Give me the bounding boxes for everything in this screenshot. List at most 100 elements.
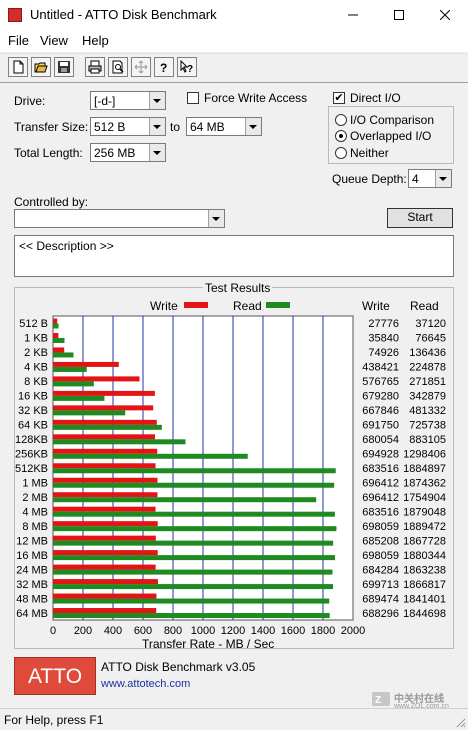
legend-read-label: Read <box>233 299 262 313</box>
read-bar <box>53 381 94 387</box>
write-value-label: 698059 <box>362 521 399 533</box>
write-value-label: 27776 <box>368 318 399 330</box>
write-value-label: 691750 <box>362 420 399 432</box>
read-bar <box>53 511 335 517</box>
category-label: 1 KB <box>24 333 48 345</box>
read-bar <box>53 613 330 619</box>
write-bar <box>53 593 157 599</box>
write-value-label: 667846 <box>362 405 399 417</box>
write-value-label: 679280 <box>362 391 399 403</box>
write-bar <box>53 564 156 570</box>
read-bar <box>53 584 334 590</box>
status-text: For Help, press F1 <box>4 713 104 727</box>
read-value-label: 1298406 <box>403 449 446 461</box>
write-value-label: 576765 <box>362 376 399 388</box>
category-label: 2 KB <box>24 347 48 359</box>
read-bar <box>53 526 337 532</box>
write-bar <box>53 506 156 512</box>
write-value-label: 699713 <box>362 579 399 591</box>
x-tick-label: 0 <box>50 625 56 637</box>
write-value-label: 680054 <box>362 434 399 446</box>
write-value-label: 684284 <box>362 564 399 576</box>
category-label: 16 MB <box>16 550 48 562</box>
atto-logo: ATTO <box>14 657 96 695</box>
read-value-label: 136436 <box>409 347 446 359</box>
write-bar <box>53 318 58 324</box>
write-bar <box>53 550 158 556</box>
write-bar <box>53 492 158 498</box>
read-value-label: 1754904 <box>403 492 446 504</box>
read-value-label: 1879048 <box>403 506 446 518</box>
read-bar <box>53 323 59 329</box>
read-bar <box>53 497 317 503</box>
write-bar <box>53 390 155 396</box>
read-value-label: 1884897 <box>403 463 446 475</box>
category-label: 48 MB <box>16 593 48 605</box>
write-bar <box>53 347 65 353</box>
col-read-header: Read <box>410 299 439 313</box>
website-link[interactable]: www.attotech.com <box>101 678 190 690</box>
write-value-label: 696412 <box>362 477 399 489</box>
write-bar <box>53 448 158 454</box>
category-label: 64 KB <box>18 420 48 432</box>
read-value-label: 1867728 <box>403 535 446 547</box>
write-bar <box>53 463 156 469</box>
write-value-label: 35840 <box>368 333 399 345</box>
read-value-label: 224878 <box>409 362 446 374</box>
x-tick-label: 1000 <box>191 625 215 637</box>
x-axis-label: Transfer Rate - MB / Sec <box>142 637 275 651</box>
write-value-label: 688296 <box>362 608 399 620</box>
legend-read-swatch <box>266 302 290 308</box>
read-bar <box>53 482 335 488</box>
write-value-label: 696412 <box>362 492 399 504</box>
x-tick-label: 2000 <box>341 625 365 637</box>
x-tick-label: 600 <box>134 625 152 637</box>
read-bar <box>53 468 336 474</box>
category-label: 16 KB <box>18 391 48 403</box>
write-bar <box>53 535 156 541</box>
write-bar <box>53 405 154 411</box>
write-value-label: 683516 <box>362 506 399 518</box>
read-value-label: 1844698 <box>403 608 446 620</box>
write-bar <box>53 361 119 367</box>
resize-grip-icon[interactable] <box>454 716 466 728</box>
col-write-header: Write <box>362 299 390 313</box>
read-bar <box>53 366 87 372</box>
read-value-label: 883105 <box>409 434 446 446</box>
read-value-label: 1841401 <box>403 593 446 605</box>
category-label: 64 MB <box>16 608 48 620</box>
atto-logo-text: ATTO <box>27 665 83 688</box>
write-value-label: 685208 <box>362 535 399 547</box>
category-label: 128KB <box>15 434 48 446</box>
category-label: 32 MB <box>16 579 48 591</box>
legend-write-swatch <box>184 302 208 308</box>
read-bar <box>53 395 105 401</box>
write-bar <box>53 579 158 585</box>
category-label: 512 B <box>19 318 48 330</box>
x-tick-label: 800 <box>164 625 182 637</box>
svg-text:Z: Z <box>375 695 381 706</box>
write-bar <box>53 332 59 338</box>
write-value-label: 438421 <box>362 362 399 374</box>
read-value-label: 1880344 <box>403 550 446 562</box>
read-bar <box>53 424 162 430</box>
write-value-label: 74926 <box>368 347 399 359</box>
category-label: 4 KB <box>24 362 48 374</box>
read-bar <box>53 540 334 546</box>
read-bar <box>53 569 333 575</box>
read-value-label: 76645 <box>415 333 446 345</box>
write-bar <box>53 376 140 382</box>
x-tick-label: 1600 <box>281 625 305 637</box>
read-value-label: 1889472 <box>403 521 446 533</box>
x-tick-label: 1200 <box>221 625 245 637</box>
category-label: 8 MB <box>22 521 48 533</box>
read-bar <box>53 337 65 343</box>
read-bar <box>53 439 186 445</box>
write-value-label: 694928 <box>362 449 399 461</box>
x-tick-label: 400 <box>104 625 122 637</box>
read-bar <box>53 555 336 561</box>
write-bar <box>53 477 158 483</box>
category-label: 256KB <box>15 449 48 461</box>
write-bar <box>53 608 157 614</box>
x-tick-label: 1400 <box>251 625 275 637</box>
